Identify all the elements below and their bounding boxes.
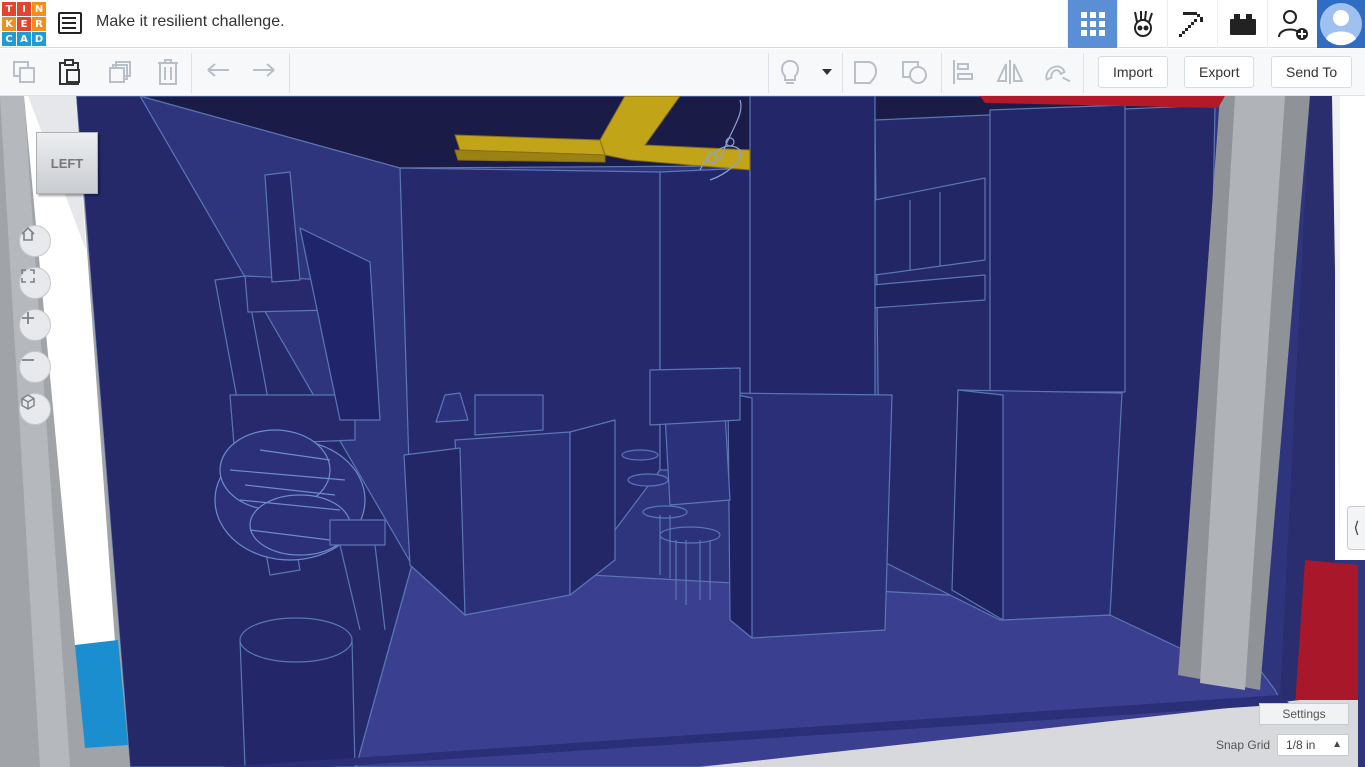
logo-letter: N — [32, 2, 46, 16]
redo-icon — [253, 63, 275, 77]
invite-user-button[interactable] — [1267, 0, 1317, 48]
avatar-icon — [1320, 3, 1362, 46]
redo-button[interactable] — [249, 57, 279, 87]
ungroup-button[interactable] — [900, 57, 930, 87]
tinkercad-editor: T I N K E R C A D Make it resilient chal… — [0, 0, 1365, 767]
snap-grid-value: 1/8 in — [1286, 738, 1316, 752]
projection-toggle-button[interactable] — [19, 393, 51, 425]
tinkercad-logo[interactable]: T I N K E R C A D — [0, 0, 46, 46]
fit-view-button[interactable] — [19, 267, 51, 299]
home-view-button[interactable] — [19, 225, 51, 257]
snap-grid-select[interactable]: 1/8 in ▲ — [1277, 734, 1349, 756]
copy-button[interactable] — [9, 57, 39, 87]
notes-button[interactable] — [775, 57, 805, 87]
caret-down-icon — [822, 69, 832, 75]
export-button[interactable]: Export — [1184, 56, 1255, 88]
zoom-in-button[interactable] — [19, 309, 51, 341]
design-title[interactable]: Make it resilient challenge. — [96, 13, 285, 31]
align-button[interactable] — [948, 57, 978, 87]
chevron-left-icon: ⟨ — [1353, 520, 1360, 537]
send-to-button[interactable]: Send To — [1271, 56, 1353, 88]
grid-view-icon — [1080, 12, 1105, 36]
import-button[interactable]: Import — [1098, 56, 1168, 88]
logo-letter: R — [32, 17, 46, 31]
add-user-icon — [1277, 10, 1308, 40]
logo-letter: C — [2, 32, 16, 46]
group-icon — [854, 61, 877, 84]
duplicate-icon — [109, 61, 131, 83]
undo-icon — [207, 63, 229, 77]
trash-icon — [158, 59, 178, 85]
magnet-icon — [1045, 65, 1071, 83]
design-list-icon[interactable] — [58, 12, 82, 34]
align-icon — [953, 60, 973, 84]
group-button[interactable] — [851, 57, 881, 87]
logo-letter: K — [2, 17, 16, 31]
sim-lab-icon — [1133, 10, 1153, 37]
sim-lab-button[interactable] — [1117, 0, 1167, 48]
plus-icon — [22, 312, 34, 324]
caret-up-icon: ▲ — [1332, 739, 1342, 750]
minecraft-pickaxe-icon — [1178, 12, 1203, 37]
paste-button[interactable] — [55, 57, 85, 87]
notes-dropdown[interactable] — [812, 57, 842, 87]
copy-icon — [13, 61, 35, 83]
delete-button[interactable] — [153, 57, 183, 87]
cube-icon — [21, 394, 35, 410]
zoom-out-button[interactable] — [19, 351, 51, 383]
top-bar: T I N K E R C A D Make it resilient chal… — [0, 0, 1365, 48]
snap-grid-label: Snap Grid — [1216, 738, 1271, 752]
top-right-actions — [1067, 0, 1365, 48]
logo-letter: A — [17, 32, 31, 46]
undo-button[interactable] — [203, 57, 233, 87]
user-avatar[interactable] — [1317, 0, 1365, 48]
grid-view-button[interactable] — [1067, 0, 1117, 48]
lightbulb-icon — [781, 59, 799, 84]
logo-letter: E — [17, 17, 31, 31]
shapes-panel-toggle[interactable]: ⟨ — [1347, 506, 1365, 550]
home-icon — [21, 226, 35, 241]
minecraft-button[interactable] — [1167, 0, 1217, 48]
logo-letter: D — [32, 32, 46, 46]
bricks-button[interactable] — [1217, 0, 1267, 48]
settings-button[interactable]: Settings — [1259, 703, 1349, 725]
toolbar: Import Export Send To — [0, 49, 1365, 96]
cruise-button[interactable] — [1042, 57, 1072, 87]
duplicate-button[interactable] — [105, 57, 135, 87]
view-cube[interactable]: LEFT — [36, 132, 98, 194]
ungroup-icon — [902, 61, 927, 84]
logo-letter: I — [17, 2, 31, 16]
mirror-icon — [996, 60, 1024, 84]
paste-icon — [59, 59, 80, 85]
logo-letter: T — [2, 2, 16, 16]
scene-render — [0, 96, 1365, 767]
minus-icon — [22, 359, 34, 361]
mirror-button[interactable] — [995, 57, 1025, 87]
brick-icon — [1229, 14, 1256, 35]
workplane-viewport[interactable]: LEFT ⟨ — [0, 96, 1365, 767]
fit-view-icon — [21, 269, 35, 283]
